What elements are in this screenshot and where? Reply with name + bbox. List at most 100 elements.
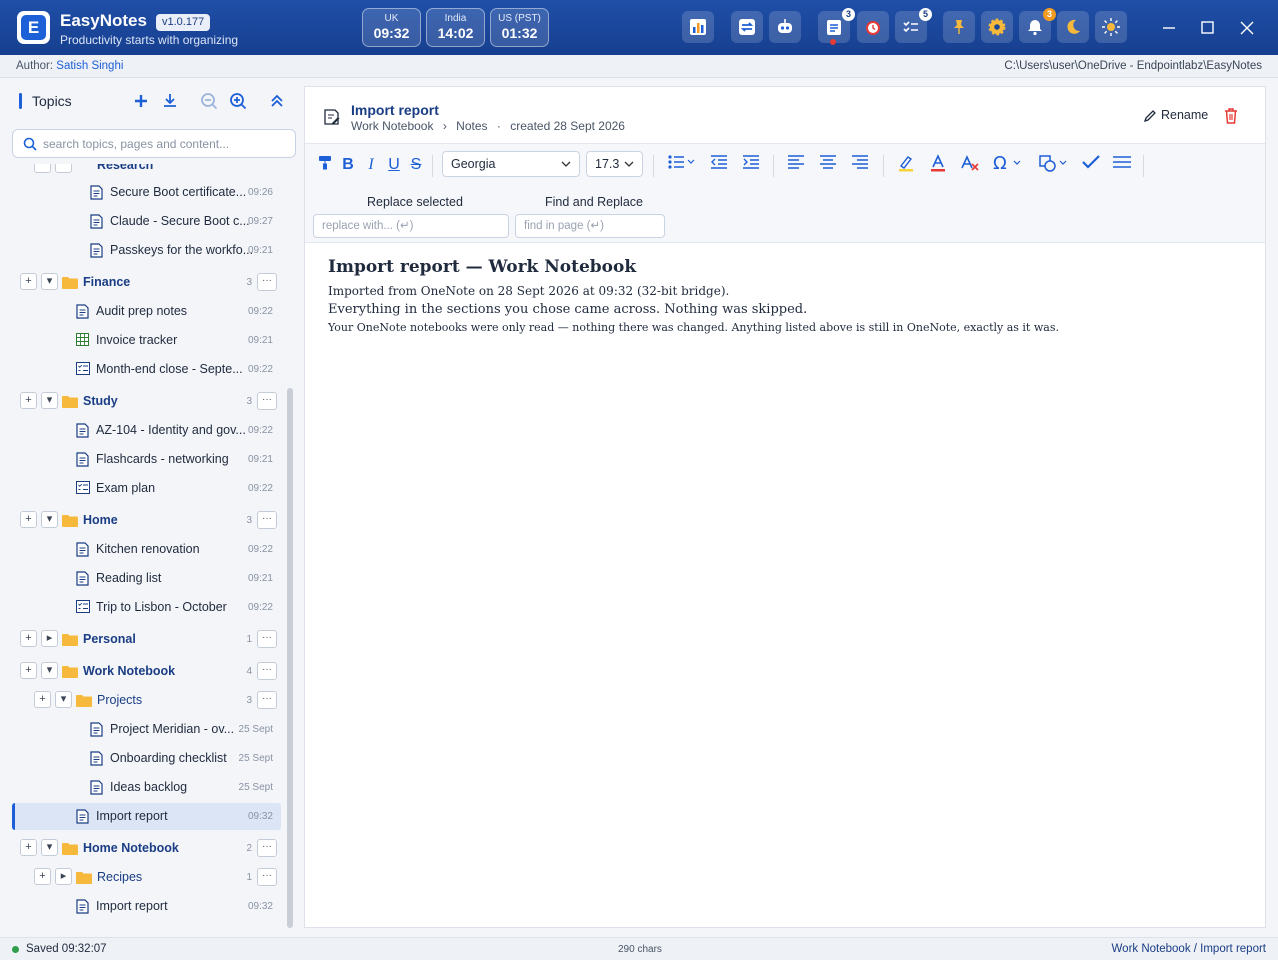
pin-button[interactable] xyxy=(943,11,975,43)
sync-button[interactable] xyxy=(731,11,763,43)
special-characters-button[interactable]: Ω xyxy=(991,153,1025,176)
page-row[interactable]: Onboarding checklist 25 Sept xyxy=(12,745,281,772)
page-row[interactable]: Claude - Secure Boot c... 09:27 xyxy=(12,208,281,235)
page-row[interactable]: Invoice tracker 09:21 xyxy=(12,327,281,354)
highlight-button[interactable] xyxy=(895,154,917,176)
folder-row-home-notebook[interactable]: + ▾ Home Notebook 2 ··· xyxy=(12,835,281,862)
page-row[interactable]: Exam plan 09:22 xyxy=(12,475,281,502)
zoom-in-button[interactable] xyxy=(227,90,249,112)
align-left-button[interactable] xyxy=(785,154,807,176)
align-right-button[interactable] xyxy=(849,154,871,176)
reminders-button[interactable] xyxy=(857,11,889,43)
folder-row-personal[interactable]: + ▸ Personal 1 ··· xyxy=(12,626,281,653)
page-row-active[interactable]: Import report 09:32 xyxy=(12,803,281,830)
minimize-button[interactable] xyxy=(1155,14,1183,42)
folder-row-projects[interactable]: + ▾ Projects 3 ··· xyxy=(12,687,281,714)
more-options-button[interactable]: ··· xyxy=(257,662,277,680)
page-row[interactable]: AZ-104 - Identity and gov... 09:22 xyxy=(12,417,281,444)
bold-button[interactable]: B xyxy=(337,154,359,176)
horizontal-rule-button[interactable] xyxy=(1111,154,1133,176)
font-size-select[interactable]: 17.3 xyxy=(586,151,643,177)
checklist-button[interactable]: 5 xyxy=(895,8,932,43)
delete-page-button[interactable] xyxy=(1221,106,1241,126)
page-row[interactable]: Kitchen renovation 09:22 xyxy=(12,536,281,563)
page-row[interactable]: Reading list 09:21 xyxy=(12,565,281,592)
more-options-button[interactable]: ··· xyxy=(257,392,277,410)
underline-button[interactable]: U xyxy=(383,154,405,176)
add-subitem-button[interactable]: + xyxy=(20,630,37,647)
collapse-toggle[interactable]: ▾ xyxy=(41,273,58,290)
outdent-button[interactable] xyxy=(708,154,730,176)
collapse-toggle[interactable]: ▾ xyxy=(55,691,72,708)
maximize-button[interactable] xyxy=(1194,14,1222,42)
settings-button[interactable] xyxy=(981,11,1013,43)
page-row[interactable]: Audit prep notes 09:22 xyxy=(12,298,281,325)
find-input[interactable] xyxy=(515,214,665,238)
tasks-button[interactable]: 3 xyxy=(818,8,855,45)
collapse-all-button[interactable] xyxy=(266,90,288,112)
more-options-button[interactable]: ··· xyxy=(257,839,277,857)
add-subitem-button[interactable]: + xyxy=(34,868,51,885)
more-options-button[interactable]: ··· xyxy=(257,511,277,529)
page-row[interactable]: Trip to Lisbon - October 09:22 xyxy=(12,594,281,621)
strikethrough-button[interactable]: S xyxy=(405,154,427,176)
expand-box[interactable] xyxy=(55,164,72,173)
collapse-toggle[interactable]: ▾ xyxy=(41,392,58,409)
folder-row-finance[interactable]: + ▾ Finance 3 ··· xyxy=(12,269,281,296)
more-options-button[interactable]: ··· xyxy=(257,273,277,291)
italic-button[interactable]: I xyxy=(360,154,382,176)
bulleted-list-button[interactable] xyxy=(667,154,697,176)
page-row[interactable]: Import report 09:32 xyxy=(12,893,281,920)
more-options-button[interactable]: ··· xyxy=(257,868,277,886)
search-box[interactable] xyxy=(12,129,296,158)
expand-box[interactable] xyxy=(34,164,51,173)
notifications-button[interactable]: 3 xyxy=(1019,8,1056,43)
page-row[interactable]: Flashcards - networking 09:21 xyxy=(12,446,281,473)
collapse-toggle[interactable]: ▾ xyxy=(41,839,58,856)
folder-row[interactable]: Research xyxy=(12,164,281,179)
more-options-button[interactable]: ··· xyxy=(257,630,277,648)
spellcheck-button[interactable] xyxy=(1080,154,1102,176)
collapse-toggle[interactable]: ▾ xyxy=(41,511,58,528)
text-color-button[interactable] xyxy=(927,154,949,176)
zoom-out-button[interactable] xyxy=(198,90,220,112)
author-name[interactable]: Satish Singhi xyxy=(56,60,123,72)
close-button[interactable] xyxy=(1233,14,1261,42)
expand-toggle[interactable]: ▸ xyxy=(55,868,72,885)
format-painter-button[interactable] xyxy=(314,154,336,176)
page-content[interactable]: Import report — Work Notebook Imported f… xyxy=(328,257,1248,334)
breadcrumb-section[interactable]: Notes xyxy=(456,119,487,133)
status-breadcrumb[interactable]: Work Notebook / Import report xyxy=(1112,943,1266,955)
page-row[interactable]: Passkeys for the workfo... 09:21 xyxy=(12,237,281,264)
folder-row-home[interactable]: + ▾ Home 3 ··· xyxy=(12,507,281,534)
more-options-button[interactable]: ··· xyxy=(257,691,277,709)
font-family-select[interactable]: Georgia xyxy=(442,151,580,177)
folder-row-study[interactable]: + ▾ Study 3 ··· xyxy=(12,388,281,415)
add-subitem-button[interactable]: + xyxy=(20,662,37,679)
indent-button[interactable] xyxy=(740,154,762,176)
collapse-toggle[interactable]: ▾ xyxy=(41,662,58,679)
add-subitem-button[interactable]: + xyxy=(20,511,37,528)
expand-toggle[interactable]: ▸ xyxy=(41,630,58,647)
folder-row-work-notebook[interactable]: + ▾ Work Notebook 4 ··· xyxy=(12,658,281,685)
breadcrumb-notebook[interactable]: Work Notebook xyxy=(351,119,433,133)
page-row[interactable]: Project Meridian - ov... 25 Sept xyxy=(12,716,281,743)
sidebar-scrollbar[interactable] xyxy=(287,388,293,928)
import-button[interactable] xyxy=(159,90,181,112)
add-subitem-button[interactable]: + xyxy=(34,691,51,708)
dark-mode-button[interactable] xyxy=(1057,11,1089,43)
add-subitem-button[interactable]: + xyxy=(20,839,37,856)
align-center-button[interactable] xyxy=(817,154,839,176)
page-row[interactable]: Secure Boot certificate... 09:26 xyxy=(12,179,281,206)
add-topic-button[interactable] xyxy=(130,90,152,112)
reports-button[interactable] xyxy=(682,11,714,43)
folder-row-recipes[interactable]: + ▸ Recipes 1 ··· xyxy=(12,864,281,891)
add-subitem-button[interactable]: + xyxy=(20,273,37,290)
insert-shape-button[interactable] xyxy=(1037,154,1071,176)
clear-formatting-button[interactable] xyxy=(959,154,981,176)
assistant-button[interactable] xyxy=(769,11,801,43)
page-row[interactable]: Ideas backlog 25 Sept xyxy=(12,774,281,801)
page-row[interactable]: Month-end close - Septe... 09:22 xyxy=(12,356,281,383)
replace-input[interactable] xyxy=(313,214,509,238)
light-mode-button[interactable] xyxy=(1095,11,1127,43)
